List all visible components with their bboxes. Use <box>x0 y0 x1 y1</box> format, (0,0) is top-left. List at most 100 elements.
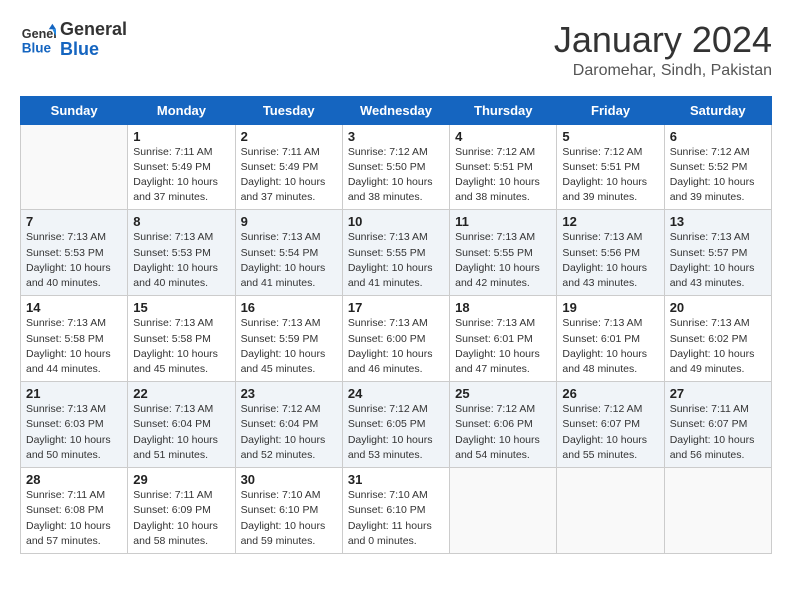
calendar-cell: 19Sunrise: 7:13 AM Sunset: 6:01 PM Dayli… <box>557 296 664 382</box>
calendar-cell: 5Sunrise: 7:12 AM Sunset: 5:51 PM Daylig… <box>557 124 664 210</box>
day-info: Sunrise: 7:13 AM Sunset: 6:01 PM Dayligh… <box>562 316 658 377</box>
calendar-cell: 21Sunrise: 7:13 AM Sunset: 6:03 PM Dayli… <box>21 382 128 468</box>
day-info: Sunrise: 7:12 AM Sunset: 5:52 PM Dayligh… <box>670 145 766 206</box>
calendar-week-row: 14Sunrise: 7:13 AM Sunset: 5:58 PM Dayli… <box>21 296 772 382</box>
day-info: Sunrise: 7:11 AM Sunset: 6:09 PM Dayligh… <box>133 488 229 549</box>
calendar-cell <box>664 468 771 554</box>
day-number: 23 <box>241 386 337 401</box>
day-info: Sunrise: 7:12 AM Sunset: 5:51 PM Dayligh… <box>562 145 658 206</box>
calendar-cell: 15Sunrise: 7:13 AM Sunset: 5:58 PM Dayli… <box>128 296 235 382</box>
calendar-cell: 7Sunrise: 7:13 AM Sunset: 5:53 PM Daylig… <box>21 210 128 296</box>
day-number: 26 <box>562 386 658 401</box>
day-info: Sunrise: 7:13 AM Sunset: 5:57 PM Dayligh… <box>670 230 766 291</box>
calendar-cell <box>450 468 557 554</box>
calendar-week-row: 1Sunrise: 7:11 AM Sunset: 5:49 PM Daylig… <box>21 124 772 210</box>
day-info: Sunrise: 7:12 AM Sunset: 5:50 PM Dayligh… <box>348 145 444 206</box>
day-number: 28 <box>26 472 122 487</box>
day-info: Sunrise: 7:11 AM Sunset: 6:08 PM Dayligh… <box>26 488 122 549</box>
day-info: Sunrise: 7:11 AM Sunset: 6:07 PM Dayligh… <box>670 402 766 463</box>
day-number: 22 <box>133 386 229 401</box>
day-info: Sunrise: 7:13 AM Sunset: 6:00 PM Dayligh… <box>348 316 444 377</box>
day-info: Sunrise: 7:11 AM Sunset: 5:49 PM Dayligh… <box>241 145 337 206</box>
day-number: 31 <box>348 472 444 487</box>
calendar-cell: 27Sunrise: 7:11 AM Sunset: 6:07 PM Dayli… <box>664 382 771 468</box>
calendar-cell: 1Sunrise: 7:11 AM Sunset: 5:49 PM Daylig… <box>128 124 235 210</box>
day-header-sunday: Sunday <box>21 96 128 124</box>
day-number: 18 <box>455 300 551 315</box>
day-header-monday: Monday <box>128 96 235 124</box>
calendar-cell: 11Sunrise: 7:13 AM Sunset: 5:55 PM Dayli… <box>450 210 557 296</box>
calendar-cell: 22Sunrise: 7:13 AM Sunset: 6:04 PM Dayli… <box>128 382 235 468</box>
day-number: 25 <box>455 386 551 401</box>
day-info: Sunrise: 7:13 AM Sunset: 5:53 PM Dayligh… <box>133 230 229 291</box>
day-number: 5 <box>562 129 658 144</box>
calendar-cell: 18Sunrise: 7:13 AM Sunset: 6:01 PM Dayli… <box>450 296 557 382</box>
calendar-cell: 6Sunrise: 7:12 AM Sunset: 5:52 PM Daylig… <box>664 124 771 210</box>
calendar-cell: 24Sunrise: 7:12 AM Sunset: 6:05 PM Dayli… <box>342 382 449 468</box>
day-info: Sunrise: 7:12 AM Sunset: 6:07 PM Dayligh… <box>562 402 658 463</box>
calendar-week-row: 21Sunrise: 7:13 AM Sunset: 6:03 PM Dayli… <box>21 382 772 468</box>
calendar-week-row: 7Sunrise: 7:13 AM Sunset: 5:53 PM Daylig… <box>21 210 772 296</box>
day-header-wednesday: Wednesday <box>342 96 449 124</box>
day-info: Sunrise: 7:13 AM Sunset: 5:55 PM Dayligh… <box>348 230 444 291</box>
calendar-cell: 13Sunrise: 7:13 AM Sunset: 5:57 PM Dayli… <box>664 210 771 296</box>
calendar-cell: 12Sunrise: 7:13 AM Sunset: 5:56 PM Dayli… <box>557 210 664 296</box>
logo: General Blue General Blue <box>20 20 127 60</box>
calendar-cell: 3Sunrise: 7:12 AM Sunset: 5:50 PM Daylig… <box>342 124 449 210</box>
calendar-cell: 30Sunrise: 7:10 AM Sunset: 6:10 PM Dayli… <box>235 468 342 554</box>
day-number: 4 <box>455 129 551 144</box>
day-info: Sunrise: 7:13 AM Sunset: 6:03 PM Dayligh… <box>26 402 122 463</box>
day-header-saturday: Saturday <box>664 96 771 124</box>
logo-text-blue: Blue <box>60 40 127 60</box>
calendar-header-row: SundayMondayTuesdayWednesdayThursdayFrid… <box>21 96 772 124</box>
day-info: Sunrise: 7:13 AM Sunset: 5:53 PM Dayligh… <box>26 230 122 291</box>
calendar-title: January 2024 <box>554 20 772 60</box>
day-number: 13 <box>670 214 766 229</box>
day-info: Sunrise: 7:10 AM Sunset: 6:10 PM Dayligh… <box>241 488 337 549</box>
day-info: Sunrise: 7:11 AM Sunset: 5:49 PM Dayligh… <box>133 145 229 206</box>
day-number: 17 <box>348 300 444 315</box>
title-block: January 2024 Daromehar, Sindh, Pakistan <box>554 20 772 80</box>
calendar-cell: 31Sunrise: 7:10 AM Sunset: 6:10 PM Dayli… <box>342 468 449 554</box>
day-info: Sunrise: 7:12 AM Sunset: 6:06 PM Dayligh… <box>455 402 551 463</box>
day-number: 12 <box>562 214 658 229</box>
calendar-cell: 9Sunrise: 7:13 AM Sunset: 5:54 PM Daylig… <box>235 210 342 296</box>
calendar-cell: 26Sunrise: 7:12 AM Sunset: 6:07 PM Dayli… <box>557 382 664 468</box>
day-number: 20 <box>670 300 766 315</box>
day-header-thursday: Thursday <box>450 96 557 124</box>
day-number: 24 <box>348 386 444 401</box>
day-info: Sunrise: 7:13 AM Sunset: 5:58 PM Dayligh… <box>26 316 122 377</box>
day-info: Sunrise: 7:12 AM Sunset: 6:04 PM Dayligh… <box>241 402 337 463</box>
day-info: Sunrise: 7:13 AM Sunset: 6:01 PM Dayligh… <box>455 316 551 377</box>
day-number: 21 <box>26 386 122 401</box>
calendar-cell <box>21 124 128 210</box>
day-info: Sunrise: 7:13 AM Sunset: 5:59 PM Dayligh… <box>241 316 337 377</box>
calendar-table: SundayMondayTuesdayWednesdayThursdayFrid… <box>20 96 772 554</box>
calendar-cell: 23Sunrise: 7:12 AM Sunset: 6:04 PM Dayli… <box>235 382 342 468</box>
day-number: 8 <box>133 214 229 229</box>
calendar-cell: 17Sunrise: 7:13 AM Sunset: 6:00 PM Dayli… <box>342 296 449 382</box>
day-header-friday: Friday <box>557 96 664 124</box>
day-number: 3 <box>348 129 444 144</box>
day-number: 29 <box>133 472 229 487</box>
calendar-cell: 10Sunrise: 7:13 AM Sunset: 5:55 PM Dayli… <box>342 210 449 296</box>
calendar-cell: 20Sunrise: 7:13 AM Sunset: 6:02 PM Dayli… <box>664 296 771 382</box>
svg-text:General: General <box>22 27 56 41</box>
day-number: 2 <box>241 129 337 144</box>
page-header: General Blue General Blue January 2024 D… <box>20 20 772 80</box>
calendar-cell: 29Sunrise: 7:11 AM Sunset: 6:09 PM Dayli… <box>128 468 235 554</box>
logo-icon: General Blue <box>20 22 56 58</box>
day-number: 11 <box>455 214 551 229</box>
day-number: 19 <box>562 300 658 315</box>
day-info: Sunrise: 7:13 AM Sunset: 6:04 PM Dayligh… <box>133 402 229 463</box>
day-info: Sunrise: 7:13 AM Sunset: 5:54 PM Dayligh… <box>241 230 337 291</box>
calendar-subtitle: Daromehar, Sindh, Pakistan <box>554 62 772 80</box>
calendar-cell <box>557 468 664 554</box>
logo-text-general: General <box>60 20 127 40</box>
calendar-cell: 14Sunrise: 7:13 AM Sunset: 5:58 PM Dayli… <box>21 296 128 382</box>
day-number: 7 <box>26 214 122 229</box>
calendar-cell: 4Sunrise: 7:12 AM Sunset: 5:51 PM Daylig… <box>450 124 557 210</box>
day-info: Sunrise: 7:10 AM Sunset: 6:10 PM Dayligh… <box>348 488 444 549</box>
day-number: 14 <box>26 300 122 315</box>
calendar-cell: 16Sunrise: 7:13 AM Sunset: 5:59 PM Dayli… <box>235 296 342 382</box>
